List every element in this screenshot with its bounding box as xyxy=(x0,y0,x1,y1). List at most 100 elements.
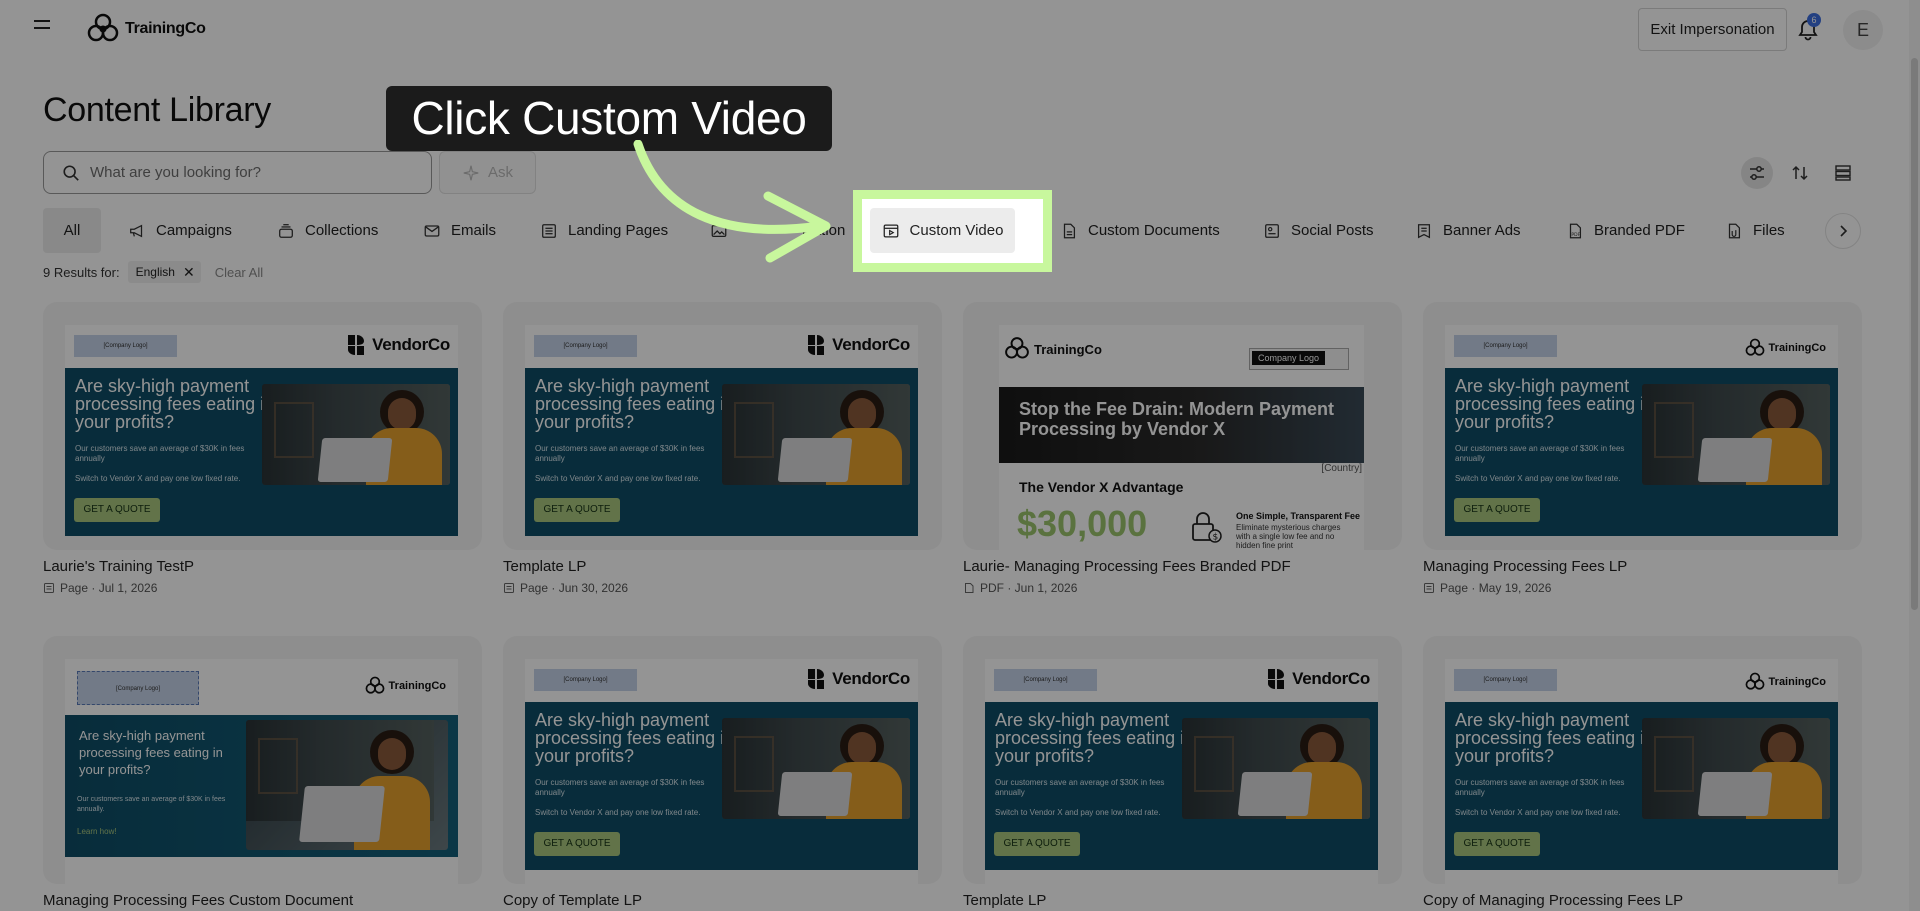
ad-subtext: Our customers save an average of $30K in… xyxy=(1455,778,1625,797)
card-meta: Page · Jul 1, 2026 xyxy=(43,581,157,595)
card-meta: Page · May 19, 2026 xyxy=(1423,581,1551,595)
card-thumbnail[interactable]: [Company Logo] VendorCo Are sky-high pay… xyxy=(963,636,1402,884)
card-title[interactable]: Template LP xyxy=(503,558,586,575)
card-title[interactable]: Managing Processing Fees LP xyxy=(1423,558,1627,575)
tab-collections[interactable]: Collections xyxy=(277,208,378,253)
page-icon xyxy=(1424,583,1434,593)
card-thumbnail[interactable]: [Company Logo] VendorCo Are sky-high pay… xyxy=(503,636,942,884)
page-icon xyxy=(44,583,54,593)
card-title[interactable]: Managing Processing Fees Custom Document xyxy=(43,892,353,909)
ad-photo xyxy=(1182,718,1370,819)
company-logo-placeholder: [Company Logo] xyxy=(994,669,1097,691)
search-box[interactable] xyxy=(43,151,432,194)
card-thumbnail[interactable]: [Company Logo] VendorCo Are sky-high pay… xyxy=(43,302,482,550)
pdf-advantage: The Vendor X Advantage xyxy=(1019,479,1184,495)
card-title[interactable]: Laurie- Managing Processing Fees Branded… xyxy=(963,558,1291,575)
sparkle-icon xyxy=(463,165,479,180)
trainingco-logo-icon xyxy=(365,676,384,694)
ad-preview: [Company Logo] VendorCo Are sky-high pay… xyxy=(985,659,1378,884)
vendor-logo: VendorCo xyxy=(1265,667,1370,691)
pdf-fee-subtext: Eliminate mysterious charges with a sing… xyxy=(1236,523,1341,550)
vendor-logo: VendorCo xyxy=(805,667,910,691)
tab-files[interactable]: Files xyxy=(1725,208,1785,253)
ad-headline: Are sky-high payment processing fees eat… xyxy=(995,710,1195,766)
tab-emails[interactable]: Emails xyxy=(423,208,496,253)
sliders-icon xyxy=(1750,166,1764,180)
tab-social-posts[interactable]: Social Posts xyxy=(1263,208,1374,253)
ad-cta: GET A QUOTE xyxy=(994,832,1080,856)
results-bar: 9 Results for: English ✕ Clear All xyxy=(43,261,263,283)
ad-headline: Are sky-high payment processing fees eat… xyxy=(75,376,275,432)
app-logo[interactable]: TrainingCo xyxy=(85,11,206,47)
ask-button[interactable]: Ask xyxy=(439,151,536,194)
filter-button[interactable] xyxy=(1741,157,1773,189)
exit-impersonation-button[interactable]: Exit Impersonation xyxy=(1638,8,1787,51)
tab-custom-video[interactable]: Custom Video xyxy=(870,208,1015,253)
close-icon[interactable]: ✕ xyxy=(183,264,195,281)
card-thumbnail[interactable]: [Company Logo] TrainingCo Are sky-high p… xyxy=(1423,302,1862,550)
document-preview: [Company Logo] TrainingCo Are sky-high p… xyxy=(65,659,458,884)
video-icon xyxy=(883,224,898,237)
tab-label: Social Posts xyxy=(1291,222,1374,239)
notification-badge: 6 xyxy=(1807,13,1821,27)
tab-label: Emails xyxy=(451,222,497,239)
ad-photo xyxy=(722,384,910,485)
company-logo-placeholder: [Company Logo] xyxy=(534,335,637,357)
tab-banner-ads[interactable]: Banner Ads xyxy=(1415,208,1521,253)
card-title[interactable]: Laurie's Training TestP xyxy=(43,558,194,575)
ad-cta: GET A QUOTE xyxy=(1454,498,1540,522)
pdf-fee-title: One Simple, Transparent Fee xyxy=(1236,511,1361,521)
ad-subtext-2: Switch to Vendor X and pay one low fixed… xyxy=(75,474,241,483)
ad-photo xyxy=(1642,718,1830,819)
hamburger-menu-icon[interactable] xyxy=(34,20,52,36)
ad-photo xyxy=(1642,384,1830,485)
envelope-icon xyxy=(424,224,440,237)
ad-headline: Are sky-high payment processing fees eat… xyxy=(535,376,735,432)
vendor-logo: VendorCo xyxy=(345,333,450,357)
card-thumbnail[interactable]: [Company Logo] VendorCo Are sky-high pay… xyxy=(503,302,942,550)
tab-custom-documents[interactable]: Custom Documents xyxy=(1060,208,1220,253)
ad-subtext: Our customers save an average of $30K in… xyxy=(535,778,705,797)
tabs-next-button[interactable] xyxy=(1825,213,1861,249)
filter-chip: English ✕ xyxy=(127,261,201,283)
filter-chip-label: English xyxy=(135,265,175,279)
list-icon xyxy=(1835,165,1851,181)
search-input[interactable] xyxy=(90,164,410,181)
vendorco-logo-icon xyxy=(808,669,825,689)
ad-subtext: Our customers save an average of $30K in… xyxy=(75,444,245,463)
vendorco-logo-icon xyxy=(1268,669,1285,689)
ad-cta: GET A QUOTE xyxy=(534,832,620,856)
card-title[interactable]: Template LP xyxy=(963,892,1046,909)
logo-text: TrainingCo xyxy=(125,20,206,37)
company-logo-placeholder: Company Logo xyxy=(1249,348,1349,370)
card-thumbnail[interactable]: TrainingCo Company Logo Stop the Fee Dra… xyxy=(963,302,1402,550)
pdf-amount: $30,000 xyxy=(1017,503,1148,544)
document-icon xyxy=(1063,223,1076,238)
card-thumbnail[interactable]: [Company Logo] TrainingCo Are sky-high p… xyxy=(43,636,482,884)
tab-label: All xyxy=(63,222,81,239)
ad-cta: GET A QUOTE xyxy=(1454,832,1540,856)
scrollbar-thumb[interactable] xyxy=(1911,58,1918,610)
ad-subtext-2: Switch to Vendor X and pay one low fixed… xyxy=(535,474,701,483)
ad-preview: [Company Logo] TrainingCo Are sky-high p… xyxy=(1445,325,1838,536)
tab-branded-pdf[interactable]: PDF Branded PDF xyxy=(1566,208,1685,253)
trainingco-logo-icon xyxy=(1745,672,1764,690)
sort-button[interactable] xyxy=(1784,157,1816,189)
list-view-button[interactable] xyxy=(1827,157,1859,189)
card-title[interactable]: Copy of Template LP xyxy=(503,892,642,909)
ad-subtext-2: Switch to Vendor X and pay one low fixed… xyxy=(1455,808,1621,817)
file-icon xyxy=(1728,223,1741,238)
tab-all[interactable]: All xyxy=(43,208,101,253)
tab-label: Custom Video xyxy=(909,222,1004,239)
clear-all-link[interactable]: Clear All xyxy=(215,265,263,280)
ad-photo xyxy=(722,718,910,819)
card-thumbnail[interactable]: [Company Logo] TrainingCo Are sky-high p… xyxy=(1423,636,1862,884)
user-avatar[interactable]: E xyxy=(1843,10,1883,50)
pdf-icon: PDF xyxy=(1569,223,1582,238)
ad-preview: [Company Logo] VendorCo Are sky-high pay… xyxy=(525,325,918,536)
tab-campaigns[interactable]: Campaigns xyxy=(128,208,232,253)
ad-subtext-2: Switch to Vendor X and pay one low fixed… xyxy=(535,808,701,817)
tab-label: Files xyxy=(1753,222,1785,239)
card-title[interactable]: Copy of Managing Processing Fees LP xyxy=(1423,892,1683,909)
vendor-logo: VendorCo xyxy=(805,333,910,357)
